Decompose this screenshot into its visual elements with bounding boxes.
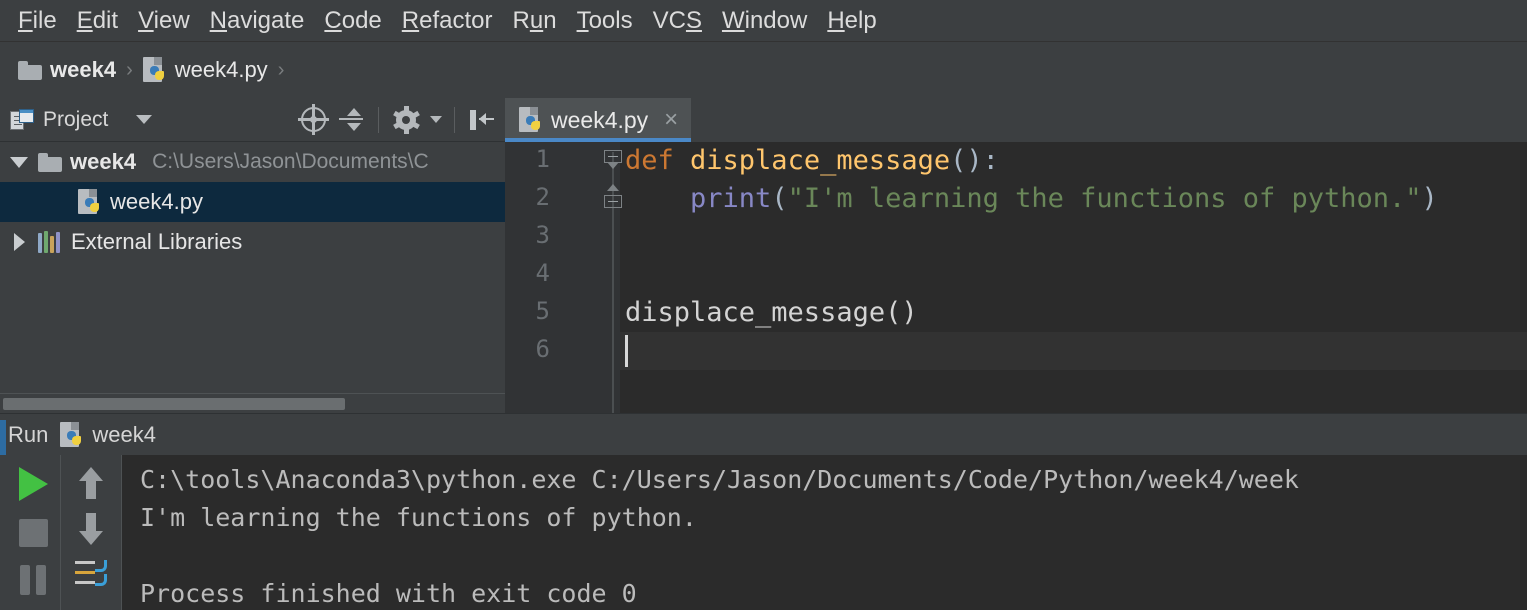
breadcrumb-separator: › — [126, 58, 133, 81]
menu-item-edit[interactable]: Edit — [67, 6, 128, 36]
tab-week4-py[interactable]: week4.py × — [505, 98, 692, 142]
tree-label-week4: week4 — [70, 149, 137, 174]
tree-label-external-libraries: External Libraries — [71, 229, 243, 254]
editor-tab-bar: week4.py × — [505, 98, 1527, 142]
run-panel-header: Run week4 — [0, 413, 1527, 455]
tree-row-external-libraries[interactable]: External Libraries — [0, 222, 505, 262]
breadcrumb-label-folder: week4 — [50, 57, 117, 82]
pause-icon[interactable] — [19, 565, 47, 595]
folder-icon — [38, 152, 62, 172]
run-config-name: week4 — [92, 421, 156, 447]
line-number: 5 — [535, 297, 550, 325]
project-panel-actions — [297, 104, 505, 135]
run-controls-toolbar — [6, 455, 60, 610]
console-line: C:\tools\Anaconda3\python.exe C:/Users/J… — [140, 465, 1299, 494]
python-file-icon — [142, 57, 167, 83]
run-panel-title: Run — [8, 421, 49, 447]
python-file-icon — [519, 107, 543, 133]
breadcrumb: week4 › week4.py › — [0, 42, 1527, 98]
python-file-icon — [78, 189, 102, 215]
expand-arrow-down-icon[interactable] — [8, 156, 30, 168]
tree-row-week4[interactable]: week4 C:\Users\Jason\Documents\C — [0, 142, 505, 182]
menu-item-view[interactable]: View — [128, 6, 200, 36]
tree-path-week4: C:\Users\Jason\Documents\C — [152, 150, 429, 173]
scrollbar-thumb[interactable] — [3, 398, 345, 410]
menu-item-file[interactable]: File — [8, 6, 67, 36]
project-panel-header: Project — [0, 98, 505, 142]
libraries-icon — [38, 231, 63, 253]
line-number: 4 — [535, 259, 550, 287]
collapse-all-icon[interactable] — [336, 105, 366, 135]
toolbar-divider-2 — [454, 106, 455, 133]
breadcrumb-item-folder[interactable]: week4 — [18, 57, 116, 83]
project-tree[interactable]: week4 C:\Users\Jason\Documents\C week4.p… — [0, 142, 505, 393]
console-line: Process finished with exit code 0 — [140, 579, 637, 608]
run-console-output[interactable]: C:\tools\Anaconda3\python.exe C:/Users/J… — [122, 455, 1527, 610]
soft-wrap-icon[interactable] — [75, 559, 107, 589]
project-tree-horizontal-scrollbar[interactable] — [0, 393, 505, 413]
breadcrumb-label-file: week4.py — [174, 57, 268, 82]
tree-row-week4-py[interactable]: week4.py — [0, 182, 505, 222]
code-content[interactable]: def displace_message(): print("I'm learn… — [620, 142, 1527, 413]
console-controls-toolbar — [60, 455, 122, 610]
rerun-play-icon[interactable] — [18, 467, 48, 501]
line-number: 6 — [535, 335, 550, 363]
menu-item-vcs[interactable]: VCS — [643, 6, 712, 36]
menu-item-code[interactable]: Code — [314, 6, 391, 36]
code-editor[interactable]: 1 2 3 4 5 6 def displace_message(): prin… — [505, 142, 1527, 413]
toolbar-divider — [378, 106, 379, 133]
python-file-icon — [60, 421, 84, 448]
up-arrow-icon[interactable] — [77, 467, 105, 499]
editor-gutter[interactable]: 1 2 3 4 5 6 — [505, 142, 622, 413]
expand-arrow-right-icon[interactable] — [8, 233, 30, 251]
project-panel-title: Project — [43, 107, 109, 131]
line-number: 2 — [535, 183, 550, 211]
menu-item-help[interactable]: Help — [817, 6, 886, 36]
menu-item-refactor[interactable]: Refactor — [392, 6, 503, 36]
line-number: 3 — [535, 221, 550, 249]
locate-in-tree-icon[interactable] — [297, 104, 329, 135]
code-line-1: def displace_message(): — [625, 145, 999, 176]
console-line: I'm learning the functions of python. — [140, 503, 697, 532]
breadcrumb-separator-end: › — [277, 58, 285, 81]
pycharm-window: File Edit View Navigate Code Refactor Ru… — [0, 0, 1527, 610]
settings-gear-icon[interactable] — [391, 105, 421, 135]
project-icon — [10, 108, 34, 131]
line-number: 1 — [535, 145, 550, 173]
folder-icon — [18, 60, 42, 80]
menu-item-run[interactable]: Run — [503, 6, 567, 36]
breadcrumb-item-file[interactable]: week4.py — [142, 57, 268, 83]
settings-chevron-down-icon[interactable] — [430, 116, 442, 123]
code-line-2: print("I'm learning the functions of pyt… — [690, 183, 1438, 214]
text-caret — [625, 335, 628, 367]
menu-bar: File Edit View Navigate Code Refactor Ru… — [0, 0, 1527, 42]
chevron-down-icon[interactable] — [136, 115, 153, 124]
close-icon[interactable]: × — [664, 108, 678, 132]
menu-item-tools[interactable]: Tools — [567, 6, 643, 36]
tab-label: week4.py — [551, 106, 649, 133]
run-panel-body: C:\tools\Anaconda3\python.exe C:/Users/J… — [0, 455, 1527, 610]
down-arrow-icon[interactable] — [77, 513, 105, 545]
code-line-5: displace_message() — [625, 297, 918, 328]
tree-label-week4-py: week4.py — [110, 189, 203, 214]
menu-item-window[interactable]: Window — [712, 6, 817, 36]
stop-icon[interactable] — [18, 519, 48, 547]
hide-panel-icon[interactable] — [467, 105, 497, 135]
menu-item-navigate[interactable]: Navigate — [200, 6, 315, 36]
